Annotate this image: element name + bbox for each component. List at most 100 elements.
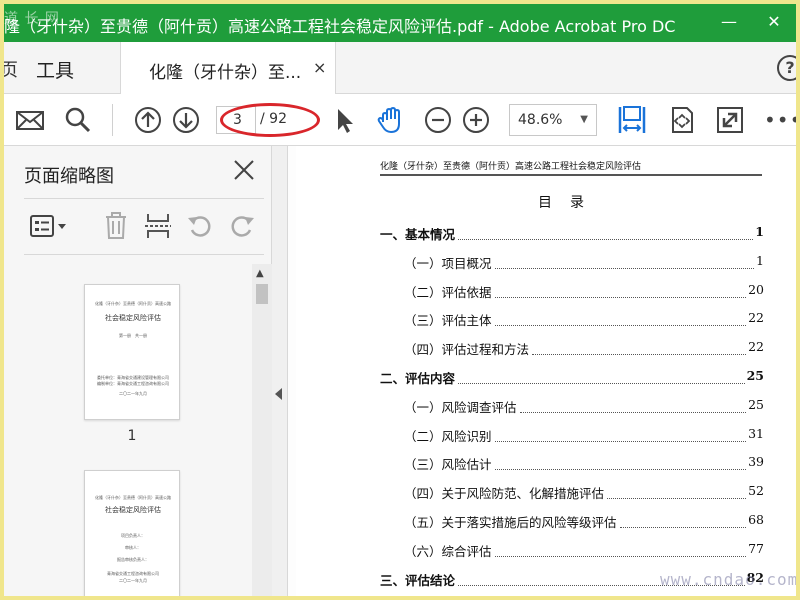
toolbar-separator	[112, 104, 113, 136]
select-arrow-icon[interactable]	[328, 104, 360, 136]
page-thumbnail-2[interactable]: 化隆（牙什杂）至贵德（阿什贡）高速公路工程 社会稳定风险评估 项目负责人： 审核…	[84, 470, 180, 596]
close-window-button[interactable]: ✕	[759, 10, 789, 34]
toc-entry-page: 25	[748, 396, 764, 412]
document-view[interactable]: 化隆（牙什杂）至贵德（阿什贡）高速公路工程社会稳定风险评估 目录 一、基本情况 1…	[288, 146, 796, 596]
thumbnail-list: 化隆（牙什杂）至贵德（阿什贡）高速公路工程 社会稳定风险评估 第一册 共一册 委…	[4, 258, 252, 596]
panel-title: 页面缩略图	[24, 166, 114, 187]
toc-entry[interactable]: （三）风险估计 39	[380, 454, 764, 474]
thumb-line: 社会稳定风险评估	[105, 506, 161, 514]
thumb-line: 化隆（牙什杂）至贵德（阿什贡）高速公路工程	[95, 301, 171, 306]
toc-entry[interactable]: 一、基本情况 1	[380, 224, 764, 244]
toc-leader	[620, 527, 746, 528]
zoom-out-icon[interactable]	[422, 104, 454, 136]
more-tools-button[interactable]: •••	[764, 108, 796, 132]
toc-leader	[458, 383, 745, 384]
toc-entry[interactable]: （二）评估依据 20	[380, 281, 764, 302]
toc-leader	[495, 267, 754, 269]
toc-entry[interactable]: （三）评估主体 22	[380, 310, 764, 330]
toc-entry-label: （四）评估过程和方法	[404, 339, 531, 359]
thumbnail-tools	[4, 204, 272, 248]
toc-entry-page: 22	[748, 339, 764, 355]
tab-document-label: 化隆（牙什杂）至...	[149, 63, 302, 83]
rotate-right-icon[interactable]	[226, 210, 258, 242]
toc-leader	[495, 469, 746, 471]
close-icon[interactable]	[230, 156, 258, 184]
rotate-icon[interactable]	[666, 104, 698, 136]
zoom-select[interactable]: 48.6% ▼	[509, 104, 597, 136]
thumb-line: 社会稳定风险评估	[105, 314, 161, 322]
tab-close-button[interactable]: ×	[313, 58, 326, 77]
toc-entry-page: 20	[748, 281, 764, 297]
toc-entry[interactable]: （二）风险识别 31	[380, 425, 764, 446]
search-icon[interactable]	[62, 104, 94, 136]
toc-entry[interactable]: （五）关于落实措施后的风险等级评估 68	[380, 512, 764, 532]
window-title: 隆（牙什杂）至贵德（阿什贡）高速公路工程社会稳定风险评估.pdf - Adobe…	[4, 17, 676, 36]
collapse-panel-handle[interactable]	[272, 146, 288, 596]
panel-divider	[24, 254, 264, 255]
zoom-in-icon[interactable]	[460, 104, 492, 136]
toc-entry-label: 二、评估内容	[380, 368, 457, 387]
thumb-line: 青海省交通工程咨询有限公司	[107, 571, 159, 576]
toc-leader	[458, 239, 753, 240]
toc-leader	[495, 325, 746, 327]
toolbar: 3 / 92 48.6% ▼ ••	[4, 94, 796, 146]
trash-icon[interactable]	[100, 210, 132, 242]
toc-entry-label: （二）风险识别	[404, 425, 493, 445]
thumbnails-panel: 页面缩略图 化隆（牙什杂）至贵德（阿什贡）高速公路工程 社会稳定风险评估 第一册…	[4, 146, 272, 596]
toc-entry[interactable]: （一）风险调查评估 25	[380, 396, 764, 417]
toc-entry-label: 三、评估结论	[380, 569, 457, 589]
toc-entry-page: 25	[746, 368, 764, 383]
toc-leader	[532, 354, 746, 356]
fullscreen-icon[interactable]	[714, 104, 746, 136]
toc-entry-label: （六）综合评估	[404, 540, 493, 560]
toc-entry[interactable]: （一）项目概况 1	[380, 252, 764, 273]
hand-icon[interactable]	[374, 104, 406, 136]
thumbnail-scrollbar[interactable]: ▲	[252, 264, 272, 596]
toc-entry-page: 22	[748, 310, 764, 326]
toc-leader	[520, 411, 746, 413]
options-menu-icon[interactable]	[28, 210, 72, 242]
toc-entry-label: （二）评估依据	[404, 281, 493, 301]
toc-entry-page: 39	[748, 454, 764, 470]
tab-tools[interactable]: 工具	[36, 56, 74, 83]
toc-entry[interactable]: （四）评估过程和方法 22	[380, 339, 764, 359]
insert-page-icon[interactable]	[142, 210, 174, 242]
toc-entry-page: 1	[756, 252, 764, 268]
scrollbar-thumb[interactable]	[256, 284, 268, 304]
toc-leader	[495, 440, 746, 442]
watermark-bottom-right: www.cndao.com	[660, 570, 796, 589]
tab-home[interactable]: 页	[4, 56, 18, 82]
arrow-down-circle-icon[interactable]	[170, 104, 202, 136]
toc-entry-label: （三）评估主体	[404, 310, 493, 330]
minimize-button[interactable]: —	[714, 10, 744, 34]
title-bar: 隆（牙什杂）至贵德（阿什贡）高速公路工程社会稳定风险评估.pdf - Adobe…	[4, 4, 796, 42]
thumb-line: 项目负责人：	[121, 533, 145, 538]
chevron-down-icon: ▼	[580, 114, 588, 125]
thumb-line: 报告审核负责人：	[117, 557, 149, 562]
toc-entry-label: （三）风险估计	[404, 454, 493, 474]
rotate-left-icon[interactable]	[184, 210, 216, 242]
thumb-line: 化隆（牙什杂）至贵德（阿什贡）高速公路工程	[95, 495, 171, 500]
mail-icon[interactable]	[14, 104, 46, 136]
toc-entry[interactable]: （六）综合评估 77	[380, 540, 764, 561]
thumb-line: 审核人：	[125, 545, 141, 550]
tab-document[interactable]: 化隆（牙什杂）至... ×	[120, 42, 336, 94]
toc-leader	[607, 498, 746, 500]
chevron-left-icon	[275, 388, 282, 400]
toc-entry-page: 77	[748, 540, 764, 556]
toc-entry-page: 68	[748, 512, 764, 527]
toc-title: 目录	[538, 195, 602, 211]
tab-bar: 页 工具 化隆（牙什杂）至... × ?	[4, 42, 796, 94]
scroll-up-icon[interactable]: ▲	[256, 268, 264, 279]
toc-entry[interactable]: 二、评估内容 25	[380, 368, 764, 388]
page-thumbnail-1[interactable]: 化隆（牙什杂）至贵德（阿什贡）高速公路工程 社会稳定风险评估 第一册 共一册 委…	[84, 284, 180, 420]
thumbnail-number: 1	[127, 428, 137, 444]
toc-entry-page: 52	[748, 483, 764, 499]
app-window: 隆（牙什杂）至贵德（阿什贡）高速公路工程社会稳定风险评估.pdf - Adobe…	[4, 4, 796, 596]
toc-entry[interactable]: （四）关于风险防范、化解措施评估 52	[380, 483, 764, 503]
fit-width-icon[interactable]	[616, 104, 648, 136]
toc-entry-label: （四）关于风险防范、化解措施评估	[404, 483, 606, 503]
help-icon[interactable]: ?	[777, 55, 796, 81]
arrow-up-circle-icon[interactable]	[132, 104, 164, 136]
red-annotation-oval	[220, 103, 320, 137]
